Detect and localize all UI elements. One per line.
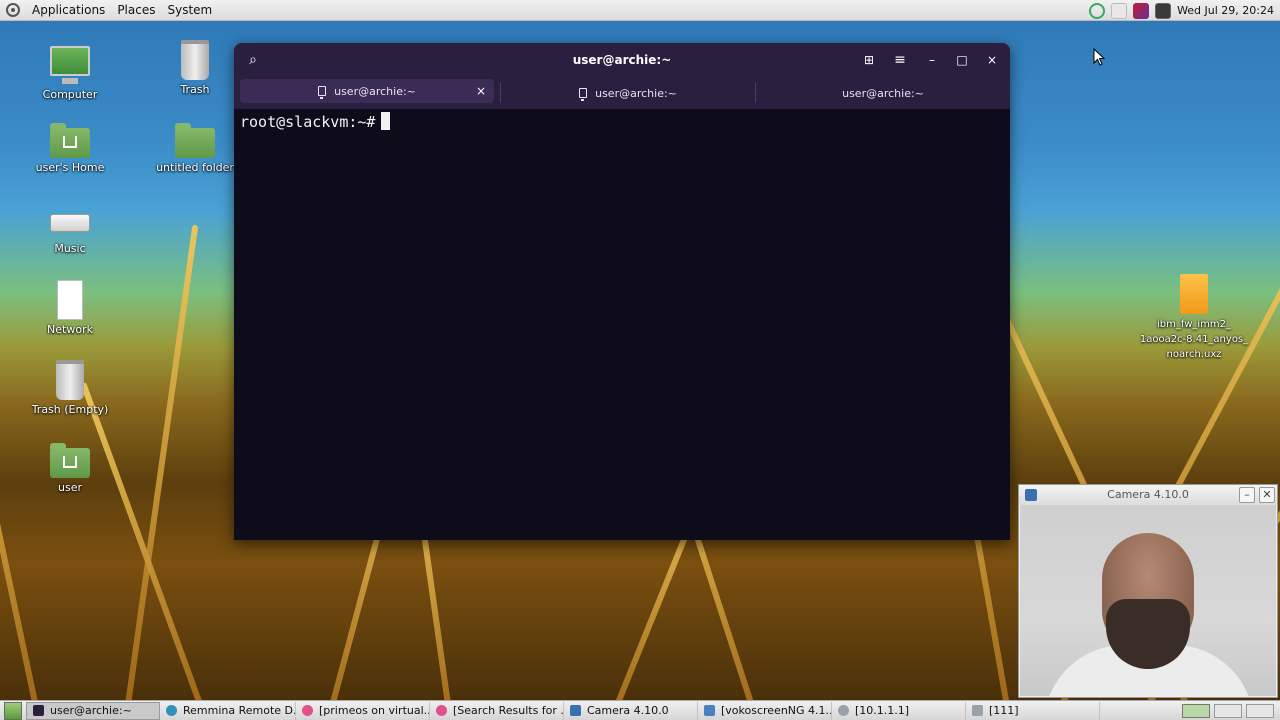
desktop-icon-label: ibm_fw_imm2_ 1aooa2c-8.41_anyos_ noarch.… bbox=[1139, 319, 1249, 360]
drive-icon bbox=[50, 214, 90, 232]
desktop-icon-label: Network bbox=[47, 323, 93, 336]
camera-title-bar[interactable]: Camera 4.10.0 – ✕ bbox=[1019, 485, 1277, 505]
desktop-icon-label: untitled folder bbox=[156, 161, 234, 174]
taskbar-item-label: [111] bbox=[989, 704, 1019, 717]
distro-logo-icon[interactable] bbox=[6, 3, 20, 17]
recorder-icon[interactable] bbox=[1133, 2, 1150, 19]
desktop-icon-label: Music bbox=[54, 242, 86, 255]
camera-app-icon bbox=[570, 705, 581, 716]
trash-icon bbox=[181, 40, 209, 80]
taskbar-item-browser-search[interactable]: [Search Results for ... bbox=[430, 701, 564, 720]
taskbar-item-terminal[interactable]: user@archie:~ bbox=[26, 701, 160, 720]
desktop-icon-user[interactable]: user bbox=[28, 440, 112, 494]
document-icon bbox=[57, 280, 83, 320]
workspace-1[interactable] bbox=[1182, 703, 1210, 718]
taskbar-item-remmina[interactable]: Remmina Remote D... bbox=[160, 701, 296, 720]
desktop-icon-label: Trash (Empty) bbox=[31, 403, 109, 416]
terminal-tab-3[interactable]: user@archie:~ bbox=[755, 83, 1010, 103]
minimize-button[interactable]: – bbox=[923, 51, 941, 69]
taskbar-item-vokoscreen[interactable]: [vokoscreenNG 4.1... bbox=[698, 701, 832, 720]
desktop-icon-label: user bbox=[58, 481, 82, 494]
camera-video-feed bbox=[1020, 505, 1276, 696]
desktop-icon-network[interactable]: Network bbox=[28, 280, 112, 336]
power-icon[interactable] bbox=[1111, 2, 1128, 19]
computer-icon bbox=[50, 46, 90, 84]
terminal-header-bar[interactable]: ⌕ user@archie:~ ⊞ ≡ – □ × bbox=[234, 43, 1010, 77]
archive-icon bbox=[1180, 274, 1208, 314]
desktop-icon-label: Computer bbox=[42, 88, 98, 101]
minimize-button[interactable]: – bbox=[1239, 487, 1255, 503]
menu-applications[interactable]: Applications bbox=[26, 0, 111, 21]
camera-app-icon bbox=[1025, 489, 1037, 501]
mouse-pointer-icon bbox=[1093, 48, 1105, 66]
display-icon[interactable] bbox=[1155, 2, 1172, 19]
desktop-icon-music[interactable]: Music bbox=[28, 200, 112, 255]
terminal-output[interactable]: root@slackvm:~# bbox=[234, 109, 1010, 134]
show-desktop-icon[interactable] bbox=[4, 701, 22, 720]
tab-label: user@archie:~ bbox=[595, 86, 677, 100]
desktop-icon-trash[interactable]: Trash bbox=[153, 40, 237, 96]
workspace-switcher[interactable] bbox=[1182, 703, 1280, 718]
hamburger-menu-icon[interactable]: ≡ bbox=[891, 51, 909, 69]
home-folder-icon bbox=[50, 123, 90, 158]
terminal-icon bbox=[318, 86, 327, 99]
browser-icon bbox=[302, 705, 313, 716]
taskbar-item-label: Camera 4.10.0 bbox=[587, 704, 669, 717]
clock[interactable]: Wed Jul 29, 20:24 bbox=[1177, 4, 1274, 17]
menu-system[interactable]: System bbox=[161, 0, 218, 21]
taskbar-item-label: [10.1.1.1] bbox=[855, 704, 910, 717]
new-tab-icon[interactable]: ⊞ bbox=[860, 51, 878, 69]
text-cursor bbox=[381, 112, 391, 130]
terminal-tab-1[interactable]: user@archie:~ × bbox=[240, 79, 494, 103]
desktop-icon-label: user's Home bbox=[35, 161, 105, 174]
taskbar-item-111[interactable]: [111] bbox=[966, 701, 1100, 720]
remmina-icon bbox=[166, 705, 177, 716]
taskbar-item-label: user@archie:~ bbox=[50, 704, 132, 717]
tab-label: user@archie:~ bbox=[842, 86, 924, 100]
trash-icon bbox=[56, 360, 84, 400]
browser-icon bbox=[436, 705, 447, 716]
window-title: Camera 4.10.0 bbox=[1107, 488, 1189, 501]
menu-places[interactable]: Places bbox=[111, 0, 161, 21]
terminal-icon bbox=[579, 88, 588, 101]
home-folder-icon bbox=[50, 443, 90, 478]
terminal-window[interactable]: ⌕ user@archie:~ ⊞ ≡ – □ × user@archie:~ … bbox=[234, 43, 1010, 540]
tab-label: user@archie:~ bbox=[334, 84, 416, 98]
taskbar-item-browser-primeos[interactable]: [primeos on virtual... bbox=[296, 701, 430, 720]
terminal-tab-2[interactable]: user@archie:~ bbox=[500, 83, 755, 103]
taskbar-item-label: Remmina Remote D... bbox=[183, 704, 296, 717]
maximize-button[interactable]: □ bbox=[953, 51, 971, 69]
desktop-icon-computer[interactable]: Computer bbox=[28, 40, 112, 101]
close-button[interactable]: ✕ bbox=[1259, 487, 1275, 503]
terminal-tab-bar: user@archie:~ × user@archie:~ user@archi… bbox=[234, 77, 1010, 109]
update-icon[interactable] bbox=[1089, 2, 1106, 19]
taskbar-item-camera[interactable]: Camera 4.10.0 bbox=[564, 701, 698, 720]
vokoscreen-icon bbox=[704, 705, 715, 716]
desktop-icon-untitled-folder[interactable]: untitled folder bbox=[153, 120, 237, 174]
window-icon bbox=[972, 705, 983, 716]
wallpaper-grass bbox=[120, 224, 199, 700]
camera-window[interactable]: Camera 4.10.0 – ✕ bbox=[1018, 484, 1278, 698]
taskbar-item-label: [vokoscreenNG 4.1... bbox=[721, 704, 832, 717]
system-tray: Wed Jul 29, 20:24 bbox=[1089, 0, 1280, 21]
top-panel: Applications Places System Wed Jul 29, 2… bbox=[0, 0, 1280, 21]
desktop-icon-label: Trash bbox=[180, 83, 210, 96]
terminal-icon bbox=[33, 705, 44, 716]
remote-desktop-icon bbox=[838, 705, 849, 716]
shell-prompt: root@slackvm:~# bbox=[240, 113, 376, 131]
desktop-icon-users-home[interactable]: user's Home bbox=[28, 120, 112, 174]
workspace-3[interactable] bbox=[1246, 703, 1274, 718]
folder-icon bbox=[175, 123, 215, 158]
desktop-icon-trash-empty[interactable]: Trash (Empty) bbox=[28, 360, 112, 416]
tab-close-icon[interactable]: × bbox=[476, 84, 486, 98]
taskbar: user@archie:~ Remmina Remote D... [prime… bbox=[0, 700, 1280, 720]
taskbar-item-remote-10-1-1-1[interactable]: [10.1.1.1] bbox=[832, 701, 966, 720]
close-button[interactable]: × bbox=[983, 51, 1001, 69]
desktop-icon-firmware-archive[interactable]: ibm_fw_imm2_ 1aooa2c-8.41_anyos_ noarch.… bbox=[1136, 274, 1252, 362]
taskbar-item-label: [primeos on virtual... bbox=[319, 704, 430, 717]
workspace-2[interactable] bbox=[1214, 703, 1242, 718]
taskbar-item-label: [Search Results for ... bbox=[453, 704, 564, 717]
